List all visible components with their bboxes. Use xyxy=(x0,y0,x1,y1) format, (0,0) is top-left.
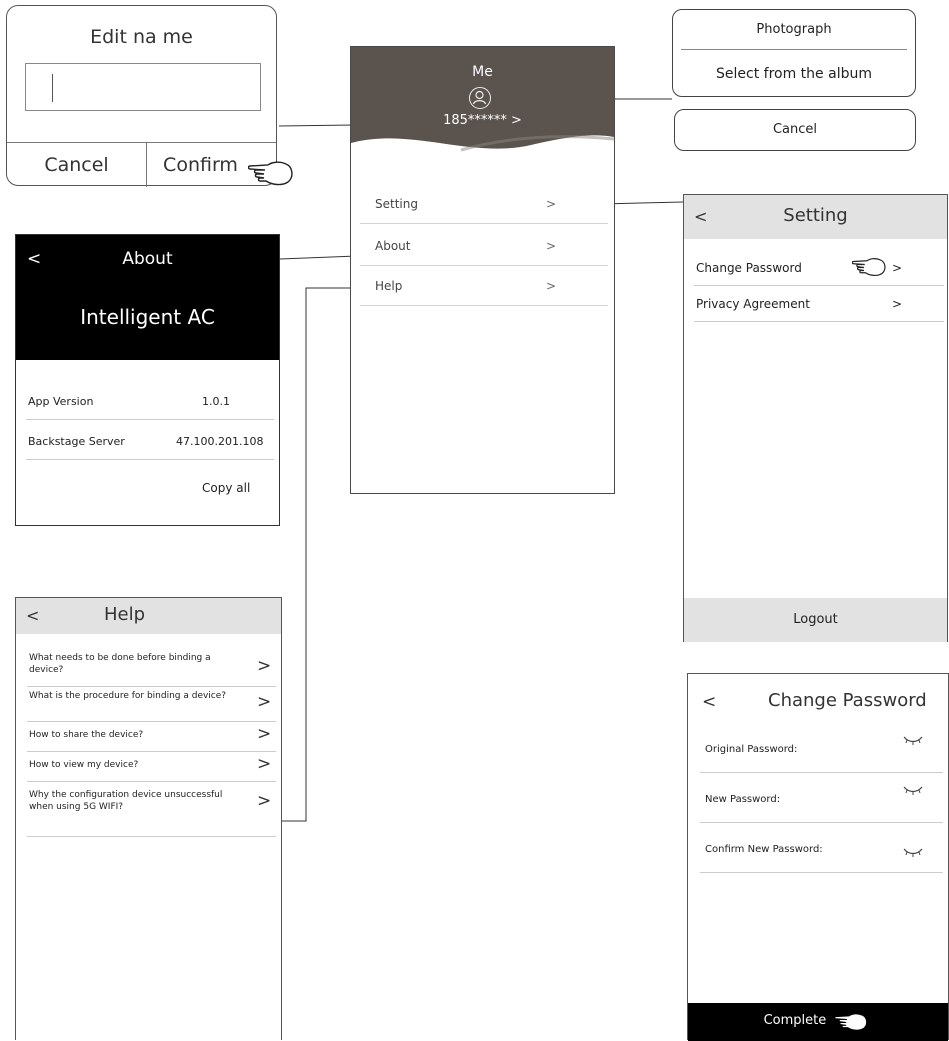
help-question: How to view my device? xyxy=(29,760,139,770)
chevron-right-icon: > xyxy=(546,279,557,293)
about-row-backstage-server: Backstage Server 47.100.201.108 xyxy=(26,421,274,460)
menu-item-about[interactable]: About > xyxy=(360,227,608,266)
setting-header: < Setting xyxy=(684,195,947,239)
menu-item-setting[interactable]: Setting > xyxy=(360,185,608,224)
eye-closed-icon[interactable] xyxy=(902,846,924,858)
confirm-new-password-field[interactable]: Confirm New Password: xyxy=(700,824,943,873)
help-question: What needs to be done before binding a d… xyxy=(29,653,211,675)
change-password-title: Change Password xyxy=(768,690,927,711)
about-row-app-version: App Version 1.0.1 xyxy=(26,381,274,420)
pointing-hand-icon xyxy=(834,1012,868,1031)
cancel-button[interactable]: Cancel xyxy=(7,143,147,187)
setting-item-label: Privacy Agreement xyxy=(696,297,810,311)
row-key: Backstage Server xyxy=(28,435,125,448)
album-option[interactable]: Select from the album xyxy=(673,66,915,82)
menu-item-label: About xyxy=(375,239,411,253)
edit-name-title: Edit na me xyxy=(90,26,193,48)
help-item[interactable]: Why the configuration device unsuccessfu… xyxy=(27,781,276,837)
pointing-hand-icon xyxy=(852,258,886,276)
help-header: < Help xyxy=(16,598,281,634)
connector-about xyxy=(279,255,358,260)
back-icon[interactable]: < xyxy=(702,692,716,712)
row-value: 1.0.1 xyxy=(202,395,230,408)
field-label: Confirm New Password: xyxy=(705,844,823,855)
setting-item-label: Change Password xyxy=(696,261,802,275)
me-title: Me xyxy=(472,64,493,80)
chevron-right-icon: > xyxy=(546,239,557,253)
logout-button[interactable]: Logout xyxy=(684,598,947,642)
eye-closed-icon[interactable] xyxy=(902,734,924,746)
setting-item-privacy-agreement[interactable]: Privacy Agreement > xyxy=(694,285,944,322)
menu-item-label: Setting xyxy=(375,197,418,211)
photograph-option[interactable]: Photograph xyxy=(673,22,915,37)
chevron-right-icon: > xyxy=(257,791,272,811)
help-question: Why the configuration device unsuccessfu… xyxy=(29,790,223,812)
app-name: Intelligent AC xyxy=(80,305,215,329)
me-screen: Me 185****** > Setting > About > Help > xyxy=(350,46,615,494)
chevron-right-icon: > xyxy=(257,754,272,774)
photo-action-sheet: Photograph Select from the album xyxy=(672,9,916,97)
me-header: Me 185****** > xyxy=(351,47,614,157)
edit-name-dialog: Edit na me Cancel Confirm xyxy=(6,5,277,187)
connector-help xyxy=(282,287,350,822)
about-header: < About Intelligent AC xyxy=(16,235,279,360)
divider xyxy=(681,49,907,50)
change-password-screen: < Change Password Original Password: New… xyxy=(687,673,949,1041)
pointing-hand-icon xyxy=(248,161,293,186)
row-key: App Version xyxy=(28,395,94,408)
eye-closed-icon[interactable] xyxy=(902,784,924,796)
avatar-icon[interactable] xyxy=(469,87,491,109)
field-label: New Password: xyxy=(705,794,781,805)
help-title: Help xyxy=(104,604,146,625)
new-password-field[interactable]: New Password: xyxy=(700,774,943,823)
complete-button[interactable]: Complete xyxy=(688,1003,948,1041)
help-item[interactable]: How to share the device? > xyxy=(27,721,276,752)
copy-all-button[interactable]: Copy all xyxy=(202,481,250,495)
chevron-right-icon: > xyxy=(257,656,272,676)
menu-item-label: Help xyxy=(375,279,403,293)
about-title: About xyxy=(122,249,173,269)
help-item[interactable]: What needs to be done before binding a d… xyxy=(27,648,276,687)
original-password-field[interactable]: Original Password: xyxy=(700,724,943,773)
text-caret xyxy=(52,74,53,102)
help-question: What is the procedure for binding a devi… xyxy=(29,691,227,701)
setting-item-change-password[interactable]: Change Password > xyxy=(694,249,944,286)
photo-cancel-button[interactable]: Cancel xyxy=(674,109,916,151)
menu-item-help[interactable]: Help > xyxy=(360,267,608,306)
chevron-right-icon: > xyxy=(892,297,903,311)
setting-screen: < Setting Change Password > Privacy Agre… xyxy=(683,194,948,642)
about-screen: < About Intelligent AC App Version 1.0.1… xyxy=(15,234,280,526)
chevron-right-icon: > xyxy=(257,692,272,712)
change-password-header: < Change Password xyxy=(688,674,948,730)
setting-title: Setting xyxy=(783,205,848,226)
name-input[interactable] xyxy=(25,63,261,111)
help-item[interactable]: What is the procedure for binding a devi… xyxy=(27,686,276,722)
complete-label: Complete xyxy=(763,1013,827,1028)
chevron-right-icon: > xyxy=(546,197,557,211)
field-label: Original Password: xyxy=(705,744,798,755)
row-value: 47.100.201.108 xyxy=(176,435,264,448)
chevron-right-icon: > xyxy=(892,261,903,275)
phone-number[interactable]: 185****** > xyxy=(351,113,614,128)
help-item[interactable]: How to view my device? > xyxy=(27,751,276,782)
help-screen: < Help What needs to be done before bind… xyxy=(15,597,282,1040)
help-question: How to share the device? xyxy=(29,730,144,740)
dialog-button-row: Cancel Confirm xyxy=(7,142,276,187)
back-icon[interactable]: < xyxy=(26,606,39,625)
chevron-right-icon: > xyxy=(257,724,272,744)
